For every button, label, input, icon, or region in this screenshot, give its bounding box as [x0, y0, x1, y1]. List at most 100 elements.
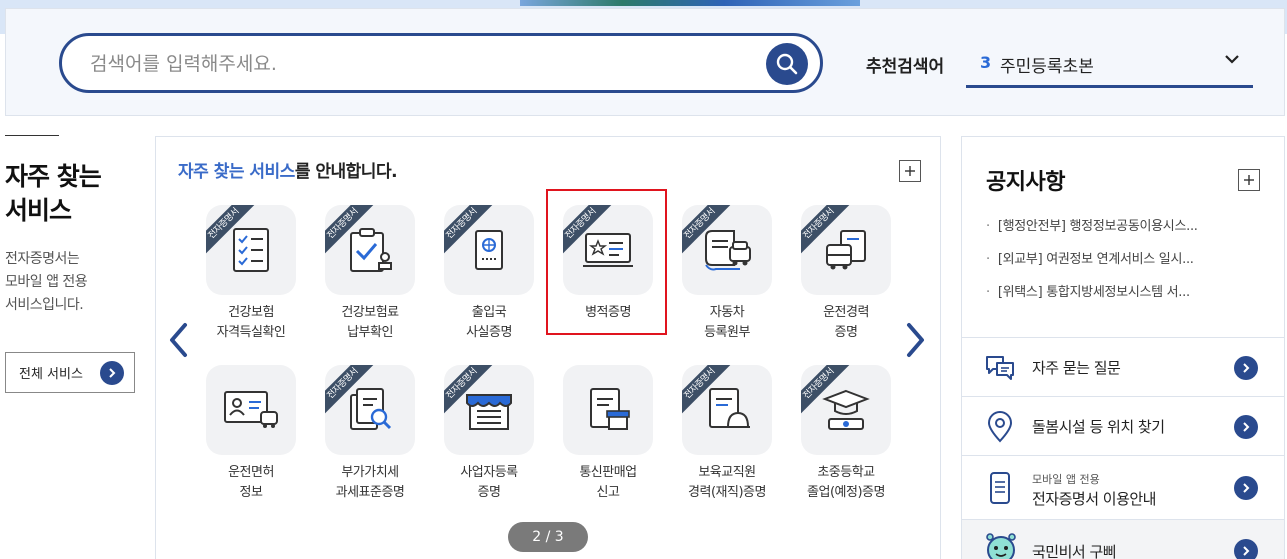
notice-list: · [행정안전부] 행정정보공동이용시스... · [외교부] 여권정보 연계서비스… [986, 217, 1276, 316]
search-button[interactable] [766, 43, 808, 85]
car-registration-icon [705, 230, 751, 271]
recommend-rank: 3 [980, 53, 992, 72]
chevron-down-icon[interactable] [1223, 50, 1241, 68]
notice-item[interactable]: · [위택스] 통합지방세정보시스템 서... [986, 283, 1276, 303]
quick-link-label: 돌봄시설 등 위치 찾기 [1032, 418, 1165, 436]
service-label: 건강보험료 납부확인 [341, 305, 399, 340]
service-label: 보육교직원 경력(재직)증명 [688, 465, 766, 500]
notice-text[interactable]: [행정안전부] 행정정보공동이용시스... [998, 219, 1198, 234]
service-label: 사업자등록 증명 [460, 465, 518, 500]
quick-link-national-secretary[interactable]: 국민비서 구삐 [962, 519, 1284, 559]
storefront-icon [466, 394, 512, 430]
chat-bubbles-icon [986, 356, 1014, 380]
quick-link-faq[interactable]: 자주 묻는 질문 [962, 337, 1284, 396]
quick-link-label: 국민비서 구삐 [1032, 543, 1117, 559]
service-label: 초중등학교 졸업(예정)증명 [807, 465, 885, 500]
service-tile: 전자증명서 [563, 205, 653, 295]
recommend-select[interactable]: 3 주민등록초본 [966, 40, 1253, 88]
quick-link-sublabel: 모바일 앱 전용 [1032, 473, 1100, 486]
service-label: 통신판매업 신고 [579, 465, 637, 500]
banner-illustration [520, 0, 860, 6]
section-title: 자주 찾는 서비스 [5, 160, 102, 228]
mobile-document-icon [990, 472, 1010, 504]
divider [5, 135, 59, 136]
service-item-driver-license-info[interactable]: 운전면허 정보 [201, 365, 301, 503]
service-item-driving-career[interactable]: 전자증명서 운전경력 증명 [796, 205, 896, 343]
service-tile: 전자증명서 [801, 365, 891, 455]
description-line: 모바일 앱 전용 [5, 274, 88, 290]
military-id-icon [583, 233, 633, 267]
service-label: 자동차 등록원부 [704, 305, 750, 340]
quick-link-e-certificate-guide[interactable]: 모바일 앱 전용 전자증명서 이용안내 [962, 455, 1284, 519]
service-item-health-insurance-payment[interactable]: 전자증명서 건강보험료 납부확인 [320, 205, 420, 343]
service-tile: 전자증명서 [325, 205, 415, 295]
location-pin-icon [987, 411, 1013, 443]
chevron-right-icon[interactable] [904, 322, 926, 358]
service-label: 병적증명 [585, 305, 631, 320]
arrow-right-icon [1234, 415, 1258, 439]
notice-text[interactable]: [외교부] 여권정보 연계서비스 일시... [998, 252, 1194, 267]
pagination-indicator: 2 / 3 [508, 522, 588, 552]
arrow-right-icon [100, 361, 124, 385]
more-notices-button[interactable] [1238, 169, 1260, 191]
description-line: 전자증명서는 [5, 251, 80, 267]
service-item-childcare-staff-career[interactable]: 전자증명서 보육교직원 경력(재직)증명 [677, 365, 777, 503]
description-line: 서비스입니다. [5, 297, 84, 313]
panel-heading: 자주 찾는 서비스를 안내합니다. [178, 157, 398, 182]
heading-rest: 를 안내합니다. [294, 162, 398, 182]
service-label: 운전경력 증명 [823, 305, 869, 340]
service-tile: 전자증명서 [444, 365, 534, 455]
service-label: 건강보험 자격득실확인 [216, 305, 286, 340]
all-services-label: 전체 서비스 [19, 367, 83, 382]
service-tile [563, 365, 653, 455]
service-tile: 전자증명서 [325, 365, 415, 455]
arrow-right-icon [1234, 476, 1258, 500]
section-title-line: 자주 찾는 [5, 162, 102, 191]
heading-highlight: 자주 찾는 서비스 [178, 162, 295, 182]
more-services-button[interactable] [899, 160, 921, 182]
service-item-vat-tax-base[interactable]: 전자증명서 부가가치세 과세표준증명 [320, 365, 420, 503]
service-item-business-registration[interactable]: 전자증명서 사업자등록 증명 [439, 365, 539, 503]
service-tile: 전자증명서 [682, 365, 772, 455]
service-tile [206, 365, 296, 455]
service-item-school-graduation[interactable]: 전자증명서 초중등학교 졸업(예정)증명 [796, 365, 896, 503]
service-label: 운전면허 정보 [228, 465, 274, 500]
notice-title: 공지사항 [986, 170, 1065, 195]
service-label: 부가가치세 과세표준증명 [335, 465, 405, 500]
search-input[interactable] [90, 50, 730, 78]
all-services-button[interactable]: 전체 서비스 [5, 352, 135, 393]
passport-icon [475, 230, 503, 270]
document-shop-icon [590, 388, 630, 430]
quick-link-label: 자주 묻는 질문 [1032, 359, 1121, 377]
arrow-right-icon [1234, 539, 1258, 559]
license-card-icon [224, 391, 278, 428]
document-helmet-icon [709, 388, 750, 428]
service-item-health-insurance-qualification[interactable]: 전자증명서 건강보험 자격득실확인 [201, 205, 301, 343]
service-item-military-service-record[interactable]: 전자증명서 병적증명 [546, 189, 667, 335]
bus-document-icon [826, 230, 866, 270]
notice-item[interactable]: · [행정안전부] 행정정보공동이용시스... [986, 217, 1276, 237]
chevron-left-icon[interactable] [168, 322, 190, 358]
service-label: 출입국 사실증명 [466, 305, 512, 340]
plus-icon [905, 166, 915, 176]
arrow-right-icon [1234, 356, 1258, 380]
quick-link-care-facility[interactable]: 돌봄시설 등 위치 찾기 [962, 396, 1284, 455]
mascot-icon [986, 533, 1016, 559]
notice-text[interactable]: [위택스] 통합지방세정보시스템 서... [998, 285, 1190, 300]
service-item-immigration-record[interactable]: 전자증명서 출입국 사실증명 [439, 205, 539, 343]
clipboard-stamp-icon [350, 228, 392, 272]
document-search-icon [350, 388, 392, 430]
service-item-mail-order-report[interactable]: 통신판매업 신고 [558, 365, 658, 503]
service-tile: 전자증명서 [801, 205, 891, 295]
search-icon [776, 53, 798, 75]
section-description: 전자증명서는 모바일 앱 전용 서비스입니다. [5, 248, 88, 317]
service-tile: 전자증명서 [206, 205, 296, 295]
frequent-services-panel: 자주 찾는 서비스를 안내합니다. 전자증명서 건강보험 자격득실확인 전자증명… [155, 136, 941, 559]
notice-item[interactable]: · [외교부] 여권정보 연계서비스 일시... [986, 250, 1276, 270]
service-tile: 전자증명서 [682, 205, 772, 295]
recommend-term[interactable]: 주민등록초본 [1000, 52, 1094, 77]
graduation-cap-icon [822, 389, 870, 430]
service-item-vehicle-registration[interactable]: 전자증명서 자동차 등록원부 [677, 205, 777, 343]
search-box [59, 33, 823, 93]
plus-icon [1244, 175, 1254, 185]
